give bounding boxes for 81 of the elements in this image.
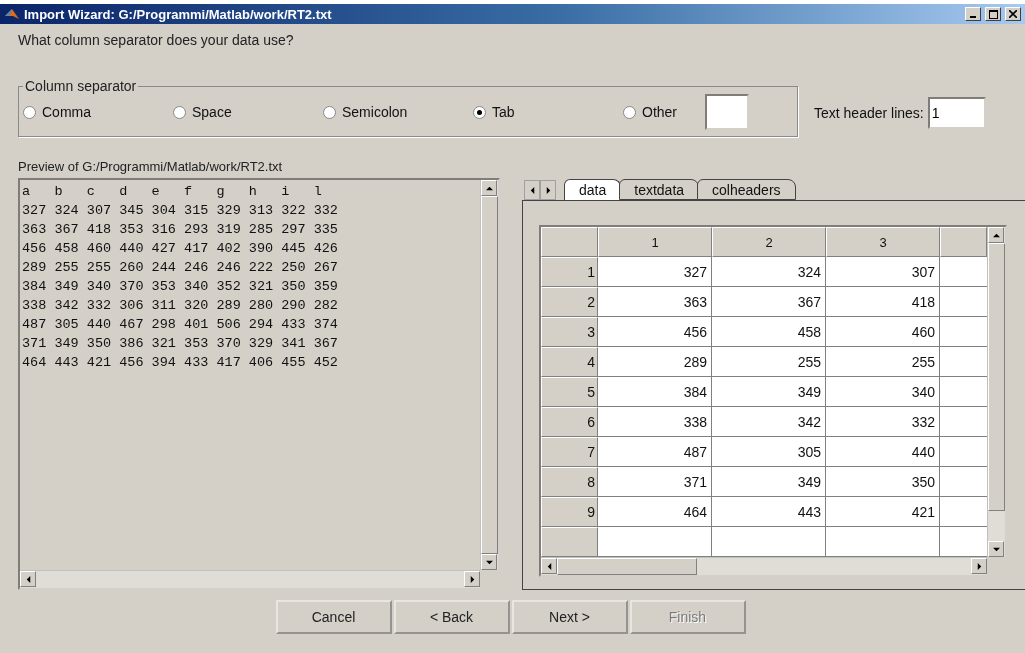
wizard-button[interactable]: Cancel [275, 600, 392, 634]
column-header[interactable]: 3 [826, 227, 940, 257]
row-header: 3 [541, 317, 598, 347]
table-cell: 289 [598, 347, 712, 377]
row-header: 4 [541, 347, 598, 377]
preview-line: 464 443 421 456 394 433 417 406 455 452 [22, 354, 339, 372]
maximize-button[interactable] [985, 7, 1001, 21]
preview-line: 487 305 440 467 298 401 506 294 433 374 [22, 316, 339, 334]
preview-line: 456 458 460 440 427 417 402 390 445 426 [22, 240, 339, 258]
up-arrow-icon [992, 231, 1000, 239]
row-header: 1 [541, 257, 598, 287]
close-button[interactable] [1005, 7, 1021, 21]
radio-option[interactable]: Other [623, 104, 677, 120]
table-cell: 305 [712, 437, 826, 467]
down-arrow-icon [992, 545, 1000, 553]
table-cell: 443 [712, 497, 826, 527]
radio-option[interactable]: Space [173, 104, 323, 120]
close-icon [1009, 10, 1017, 18]
header-lines-label: Text header lines: [814, 104, 924, 121]
column-header[interactable]: 2 [712, 227, 826, 257]
preview-line: 338 342 332 306 311 320 289 280 290 282 [22, 297, 339, 315]
row-header: 7 [541, 437, 598, 467]
preview-line: 363 367 418 353 316 293 319 285 297 335 [22, 221, 339, 239]
tab[interactable]: textdata [619, 179, 700, 200]
group-legend: Column separator [23, 78, 139, 94]
up-arrow-icon [485, 184, 493, 192]
radio-option[interactable]: Semicolon [323, 104, 473, 120]
preview-line: a b c d e f g h i l [22, 183, 323, 201]
table-cell: 327 [598, 257, 712, 287]
radio-option[interactable]: Tab [473, 104, 623, 120]
tab[interactable]: colheaders [697, 179, 796, 200]
table-cell: 384 [598, 377, 712, 407]
other-separator-field[interactable] [705, 94, 749, 130]
table-cell: 464 [598, 497, 712, 527]
app-logo-icon [4, 7, 20, 21]
wizard-button[interactable]: < Back [393, 600, 510, 634]
left-arrow-icon [24, 575, 32, 583]
table-cell: 338 [598, 407, 712, 437]
table-cell: 349 [712, 467, 826, 497]
wizard-button[interactable]: Next > [511, 600, 628, 634]
table-cell: 255 [712, 347, 826, 377]
window-title: Import Wizard: G:/Programmi/Matlab/work/RT2.txt [24, 6, 333, 22]
vertical-scrollbar[interactable] [987, 227, 1005, 557]
table-cell: 363 [598, 287, 712, 317]
table-cell: 456 [598, 317, 712, 347]
right-arrow-icon [468, 575, 476, 583]
vertical-scrollbar[interactable] [480, 180, 498, 570]
row-header: 8 [541, 467, 598, 497]
maximize-icon [988, 9, 998, 19]
tab-scroll-left-button[interactable] [524, 180, 540, 200]
table-cell: 324 [712, 257, 826, 287]
preview-line: 371 349 350 386 321 353 370 329 341 367 [22, 335, 339, 353]
left-arrow-icon [545, 562, 553, 570]
horizontal-scrollbar[interactable] [20, 570, 480, 588]
table-cell: 487 [598, 437, 712, 467]
table-cell: 371 [598, 467, 712, 497]
row-header: 6 [541, 407, 598, 437]
header-lines-field[interactable]: 1 [927, 96, 986, 129]
preview-line: 384 349 340 370 353 340 352 321 350 359 [22, 278, 339, 296]
column-header[interactable]: 1 [598, 227, 712, 257]
row-header: 9 [541, 497, 598, 527]
preview-label: Preview of G:/Programmi/Matlab/work/RT2.txt [18, 159, 284, 174]
row-header: 2 [541, 287, 598, 317]
right-arrow-icon [975, 562, 983, 570]
table-cell: 458 [712, 317, 826, 347]
preview-line: 289 255 255 260 244 246 246 222 250 267 [22, 259, 339, 277]
question-text: What column separator does your data use? [18, 32, 295, 48]
column-header[interactable] [940, 227, 987, 257]
horizontal-scrollbar[interactable] [541, 557, 987, 575]
preview-line: 327 324 307 345 304 315 329 313 322 332 [22, 202, 339, 220]
table-cell: 349 [712, 377, 826, 407]
row-header: 5 [541, 377, 598, 407]
tab-scroll-right-button[interactable] [540, 180, 556, 200]
down-arrow-icon [485, 558, 493, 566]
table-cell: 342 [712, 407, 826, 437]
left-arrow-icon [528, 186, 536, 194]
right-arrow-icon [544, 186, 552, 194]
table-cell: 367 [712, 287, 826, 317]
minimize-button[interactable] [965, 7, 981, 21]
radio-option[interactable]: Comma [23, 104, 173, 120]
tab[interactable]: data [564, 179, 622, 200]
